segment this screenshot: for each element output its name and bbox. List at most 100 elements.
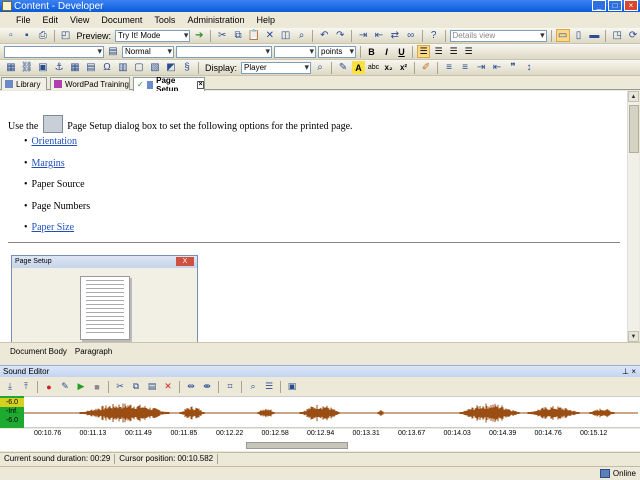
preview-icon[interactable]: ◰ bbox=[59, 29, 73, 42]
font-color-icon[interactable]: ▤ bbox=[106, 45, 120, 58]
pin-icon[interactable]: ⊥ bbox=[622, 367, 629, 376]
sync-icon[interactable]: ⟳ bbox=[626, 29, 640, 42]
play-icon[interactable]: ▶ bbox=[74, 380, 88, 393]
help-icon[interactable]: ? bbox=[427, 29, 441, 42]
align-left-button[interactable]: ☰ bbox=[417, 45, 430, 58]
tab-page-setup[interactable]: ✓ Page Setup × bbox=[133, 76, 205, 94]
paste-icon[interactable]: 📋 bbox=[247, 29, 261, 42]
crop-icon[interactable]: ⌗ bbox=[223, 380, 237, 393]
quote-icon[interactable]: ❞ bbox=[506, 61, 520, 74]
delete-icon[interactable]: ✕ bbox=[263, 29, 277, 42]
preview-mode-select[interactable]: Try It! Mode bbox=[115, 29, 191, 42]
zoom-icon[interactable]: ⌕ bbox=[313, 61, 327, 74]
silence-icon[interactable]: ⇹ bbox=[184, 380, 198, 393]
close-button[interactable]: × bbox=[624, 0, 638, 11]
scroll-up-icon[interactable]: ▲ bbox=[628, 91, 639, 102]
indent-left-icon[interactable]: ⇤ bbox=[490, 61, 504, 74]
underline-button[interactable]: U bbox=[395, 45, 408, 58]
display-select[interactable]: Player bbox=[241, 61, 312, 74]
indent-right-icon[interactable]: ⇥ bbox=[474, 61, 488, 74]
scroll-thumb[interactable] bbox=[629, 105, 639, 153]
field-icon[interactable]: ▥ bbox=[116, 61, 130, 74]
cut-sound-icon[interactable]: ✂ bbox=[113, 380, 127, 393]
record-icon[interactable]: ● bbox=[42, 380, 56, 393]
sound-scroll-thumb[interactable] bbox=[246, 442, 348, 449]
subscript-button[interactable]: x₂ bbox=[382, 61, 395, 74]
go-icon[interactable]: ➔ bbox=[192, 29, 206, 42]
list-box-icon[interactable]: ▤ bbox=[84, 61, 98, 74]
undo-icon[interactable]: ↶ bbox=[317, 29, 331, 42]
copy-sound-icon[interactable]: ⧉ bbox=[129, 380, 143, 393]
superscript-button[interactable]: x² bbox=[397, 61, 410, 74]
menu-tools[interactable]: Tools bbox=[148, 15, 181, 25]
menu-file[interactable]: File bbox=[10, 15, 37, 25]
import-sound-icon[interactable]: ⤓ bbox=[3, 380, 17, 393]
bullet-list-icon[interactable]: ≡ bbox=[458, 61, 472, 74]
font-size-select[interactable] bbox=[274, 45, 316, 58]
font-name-select[interactable] bbox=[176, 45, 272, 58]
sound-scrollbar[interactable] bbox=[0, 441, 640, 451]
window-icon[interactable]: ◳ bbox=[610, 29, 624, 42]
script-icon[interactable]: § bbox=[180, 61, 194, 74]
table-icon[interactable]: ▦ bbox=[4, 61, 18, 74]
crumb-paragraph[interactable]: Paragraph bbox=[75, 347, 112, 356]
edit-sound-icon[interactable]: ✎ bbox=[58, 380, 72, 393]
document-scrollbar[interactable]: ▲ ▼ bbox=[627, 91, 639, 342]
style-select[interactable]: Normal bbox=[122, 45, 174, 58]
menu-edit[interactable]: Edit bbox=[37, 15, 65, 25]
frame-icon[interactable]: ▢ bbox=[132, 61, 146, 74]
fit-icon[interactable]: ⇼ bbox=[200, 380, 214, 393]
zoom-sound-icon[interactable]: ⌕ bbox=[246, 380, 260, 393]
minimize-button[interactable]: _ bbox=[592, 0, 606, 11]
align-right-button[interactable]: ☰ bbox=[447, 45, 460, 58]
cut-icon[interactable]: ✂ bbox=[215, 29, 229, 42]
eraser-icon[interactable]: ✐ bbox=[419, 61, 433, 74]
replace-icon[interactable]: ⇄ bbox=[388, 29, 402, 42]
panel-close-icon[interactable]: × bbox=[631, 367, 636, 376]
crumb-document-body[interactable]: Document Body bbox=[10, 347, 67, 356]
menu-administration[interactable]: Administration bbox=[181, 15, 250, 25]
binoculars-icon[interactable]: ∞ bbox=[404, 29, 418, 42]
text-color-button[interactable]: A bbox=[352, 61, 366, 74]
justify-button[interactable]: ☰ bbox=[462, 45, 475, 58]
print-icon[interactable]: ⎙ bbox=[36, 29, 50, 42]
export-sound-icon[interactable]: ⤒ bbox=[19, 380, 33, 393]
tab-close-icon[interactable]: × bbox=[197, 80, 205, 89]
layout-normal-icon[interactable]: ▭ bbox=[555, 29, 570, 42]
align-center-button[interactable]: ☰ bbox=[432, 45, 445, 58]
maximize-button[interactable]: □ bbox=[608, 0, 622, 11]
margins-link[interactable]: Margins bbox=[32, 157, 65, 179]
highlight-icon[interactable]: ✎ bbox=[336, 61, 350, 74]
italic-button[interactable]: I bbox=[380, 45, 393, 58]
font-family-select[interactable] bbox=[4, 45, 104, 58]
menu-help[interactable]: Help bbox=[250, 15, 281, 25]
clear-icon[interactable]: ◫ bbox=[279, 29, 293, 42]
paste-sound-icon[interactable]: ▤ bbox=[145, 380, 159, 393]
indent-icon[interactable]: ⇥ bbox=[356, 29, 370, 42]
tab-wordpad-training[interactable]: WordPad Training bbox=[50, 77, 130, 90]
orientation-link[interactable]: Orientation bbox=[32, 135, 78, 157]
copy-icon[interactable]: ⧉ bbox=[231, 29, 245, 42]
size-unit-select[interactable]: points bbox=[318, 45, 356, 58]
anchor-icon[interactable]: ⚓ bbox=[52, 61, 66, 74]
grid-icon[interactable]: ▦ bbox=[68, 61, 82, 74]
menu-view[interactable]: View bbox=[64, 15, 95, 25]
redo-icon[interactable]: ↷ bbox=[333, 29, 347, 42]
new-icon[interactable]: ▫ bbox=[4, 29, 18, 42]
image-icon[interactable]: ▣ bbox=[36, 61, 50, 74]
numbered-list-icon[interactable]: ≡ bbox=[442, 61, 456, 74]
options-icon[interactable]: ☰ bbox=[262, 380, 276, 393]
image-sound-icon[interactable]: ▣ bbox=[285, 380, 299, 393]
delete-sound-icon[interactable]: ✕ bbox=[161, 380, 175, 393]
strikethrough-button[interactable]: abc bbox=[367, 61, 380, 74]
document-editor[interactable]: Use the Page Setup dialog box to set the… bbox=[0, 91, 627, 342]
spacing-icon[interactable]: ↕ bbox=[522, 61, 536, 74]
scroll-down-icon[interactable]: ▼ bbox=[628, 331, 639, 342]
layout-wide-icon[interactable]: ▬ bbox=[587, 29, 601, 42]
bold-button[interactable]: B bbox=[365, 45, 378, 58]
layout-split-icon[interactable]: ▯ bbox=[572, 29, 586, 42]
save-icon[interactable]: ▪ bbox=[20, 29, 34, 42]
link-icon[interactable]: ⛓ bbox=[20, 61, 34, 74]
object-icon[interactable]: ◩ bbox=[164, 61, 178, 74]
tab-library[interactable]: Library bbox=[1, 77, 47, 90]
